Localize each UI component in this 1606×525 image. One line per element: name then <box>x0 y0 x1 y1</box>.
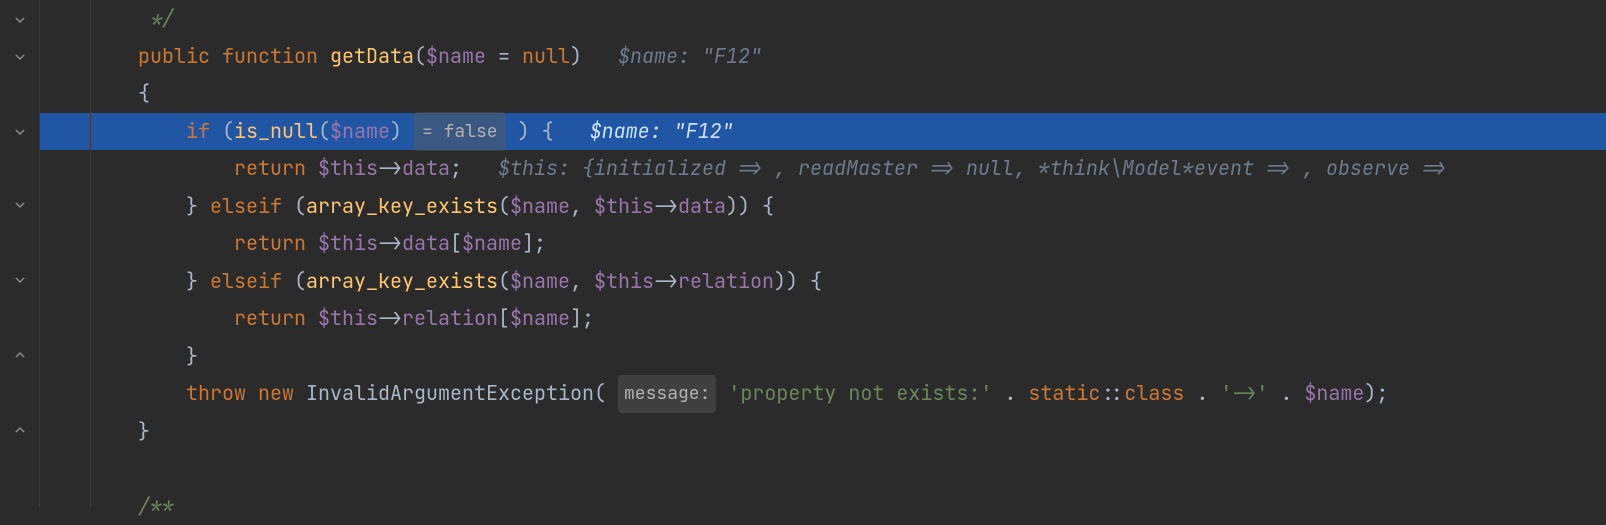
gutter <box>0 0 40 507</box>
code-area[interactable]: */ public function getData($name = null)… <box>40 0 1606 507</box>
inline-hint: $name: "F12" <box>618 38 762 76</box>
fold-icon[interactable] <box>14 200 26 212</box>
inline-hint: $name: "F12" <box>590 113 734 151</box>
code-editor[interactable]: */ public function getData($name = null)… <box>0 0 1606 507</box>
code-line: } <box>40 338 1606 376</box>
code-line: } elseif (array_key_exists($name, $this-… <box>40 188 1606 226</box>
inline-value-badge: = false <box>414 112 506 152</box>
fold-icon[interactable] <box>14 275 26 287</box>
code-line: return $this->relation[$name]; <box>40 300 1606 338</box>
code-line: } elseif (array_key_exists($name, $this-… <box>40 263 1606 301</box>
fold-icon[interactable] <box>14 350 26 362</box>
code-line: */ <box>40 0 1606 38</box>
code-line: { <box>40 75 1606 113</box>
code-line: return $this->data; $this: {initialized … <box>40 150 1606 188</box>
code-line: public function getData($name = null) $n… <box>40 38 1606 76</box>
comment-close: */ <box>150 0 174 38</box>
code-line-highlighted: if (is_null($name) = false ) { $name: "F… <box>40 113 1606 151</box>
code-line: /** <box>40 488 1606 525</box>
code-line: throw new InvalidArgumentException( mess… <box>40 375 1606 413</box>
code-line <box>40 450 1606 488</box>
fold-icon[interactable] <box>14 13 26 25</box>
fold-icon[interactable] <box>14 425 26 437</box>
inline-hint: $this: {initialized => , readMaster => n… <box>498 150 1446 188</box>
fold-icon[interactable] <box>14 50 26 62</box>
code-line: return $this->data[$name]; <box>40 225 1606 263</box>
fold-icon[interactable] <box>14 125 26 137</box>
code-line: } <box>40 413 1606 451</box>
param-hint-badge: message: <box>618 375 716 413</box>
